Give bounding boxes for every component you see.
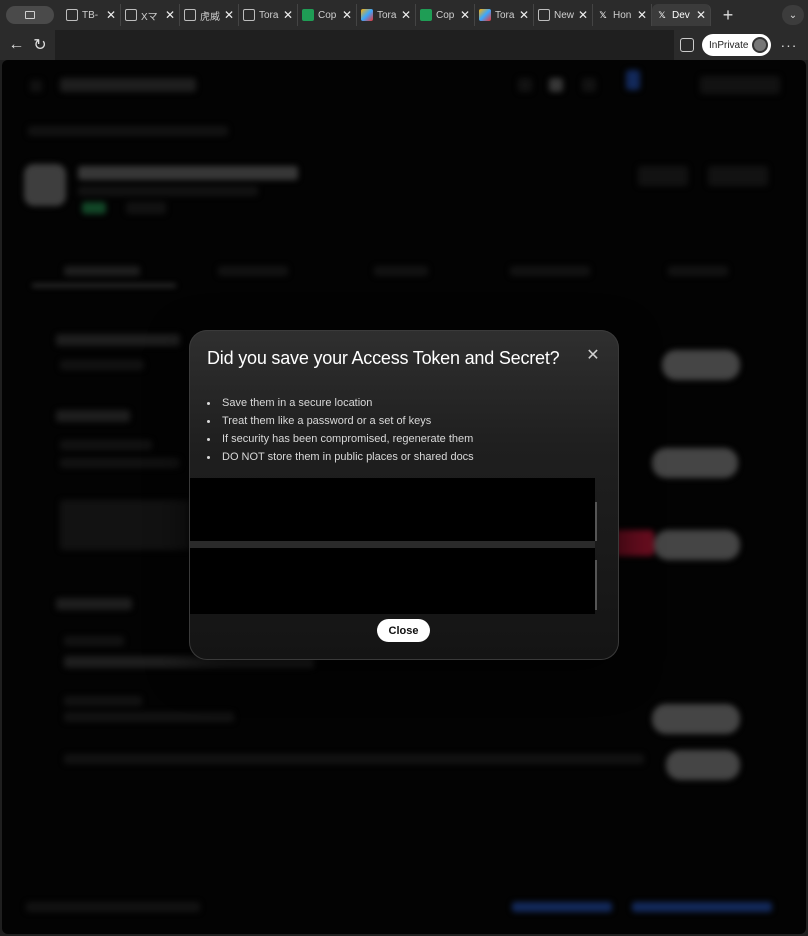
tab-close-icon[interactable]: ✕ xyxy=(518,8,530,22)
scrollbar[interactable] xyxy=(595,502,597,541)
dialog-title: Did you save your Access Token and Secre… xyxy=(207,348,560,368)
x-logo-icon: 𝕏 xyxy=(599,9,607,20)
bullet-icon xyxy=(207,455,210,459)
list-item: DO NOT store them in public places or sh… xyxy=(207,448,474,466)
scrollbar[interactable] xyxy=(595,560,597,610)
browser-actions-toolbar: InPrivate ··· xyxy=(674,30,808,60)
access-token-secret-field[interactable] xyxy=(190,548,595,614)
access-token-field[interactable] xyxy=(190,478,595,541)
tab-close-icon[interactable]: ✕ xyxy=(223,8,235,22)
tab-strip: TB- ✕ Xマ ✕ 虎威 ✕ Tora ✕ Cop ✕ Tora ✕ Cop ✕ Tora ✕… xyxy=(0,0,808,30)
chevron-down-icon: ⌄ xyxy=(788,9,798,21)
tab-close-icon[interactable]: ✕ xyxy=(400,8,412,22)
back-button[interactable]: ← xyxy=(8,36,24,54)
bullet-icon xyxy=(207,437,210,441)
tab-close-icon[interactable]: ✕ xyxy=(459,8,471,22)
tab[interactable]: Tora ✕ xyxy=(239,4,298,26)
tab-close-icon[interactable]: ✕ xyxy=(282,8,294,22)
list-item: If security has been compromised, regene… xyxy=(207,430,474,448)
security-tips-list: Save them in a secure location Treat the… xyxy=(207,394,474,466)
tab[interactable]: 𝕏 Hon ✕ xyxy=(593,4,652,26)
tab[interactable]: Cop ✕ xyxy=(416,4,475,26)
colorful-app-icon xyxy=(361,9,373,21)
tab[interactable]: Tora ✕ xyxy=(357,4,416,26)
list-item: Treat them like a password or a set of k… xyxy=(207,412,474,430)
x-logo-icon: 𝕏 xyxy=(658,9,666,20)
tab-close-icon[interactable]: ✕ xyxy=(636,8,648,22)
tab[interactable]: New ✕ xyxy=(534,4,593,26)
workspace-icon xyxy=(25,11,35,19)
globe-icon xyxy=(125,9,137,21)
inprivate-label: InPrivate xyxy=(709,39,749,51)
avatar xyxy=(752,37,769,53)
extensions-icon[interactable] xyxy=(680,38,694,52)
close-icon[interactable]: ✕ xyxy=(585,348,601,364)
tab-actions-menu-button[interactable]: ⌄ xyxy=(782,5,804,25)
tab[interactable]: TB- ✕ xyxy=(62,4,121,26)
tab-close-icon[interactable]: ✕ xyxy=(164,8,176,22)
bullet-icon xyxy=(207,419,210,423)
tab[interactable]: Cop ✕ xyxy=(298,4,357,26)
divider xyxy=(190,541,595,548)
save-credentials-dialog: Did you save your Access Token and Secre… xyxy=(189,330,619,660)
globe-icon xyxy=(243,9,255,21)
reload-button[interactable]: ↻ xyxy=(33,35,46,55)
list-item: Save them in a secure location xyxy=(207,394,474,412)
tab-close-icon[interactable]: ✕ xyxy=(105,8,117,22)
new-tab-button[interactable]: + xyxy=(715,5,741,26)
tab-close-icon[interactable]: ✕ xyxy=(341,8,353,22)
close-button[interactable]: Close xyxy=(377,619,430,642)
globe-icon xyxy=(184,9,196,21)
calendar-icon xyxy=(538,9,550,21)
tab-close-icon[interactable]: ✕ xyxy=(577,8,589,22)
settings-more-button[interactable]: ··· xyxy=(780,37,797,53)
workspaces-button[interactable] xyxy=(6,6,54,24)
tab-active[interactable]: 𝕏 Dev ✕ xyxy=(652,4,711,26)
tab[interactable]: Xマ ✕ xyxy=(121,4,180,26)
tab-close-icon[interactable]: ✕ xyxy=(695,8,707,22)
tab[interactable]: Tora ✕ xyxy=(475,4,534,26)
inprivate-profile-button[interactable]: InPrivate xyxy=(702,34,772,56)
globe-icon xyxy=(66,9,78,21)
tab[interactable]: 虎威 ✕ xyxy=(180,4,239,26)
green-app-icon xyxy=(302,9,314,21)
colorful-app-icon xyxy=(479,9,491,21)
green-app-icon xyxy=(420,9,432,21)
bullet-icon xyxy=(207,401,210,405)
navigation-toolbar: ← ↻ xyxy=(0,30,55,60)
